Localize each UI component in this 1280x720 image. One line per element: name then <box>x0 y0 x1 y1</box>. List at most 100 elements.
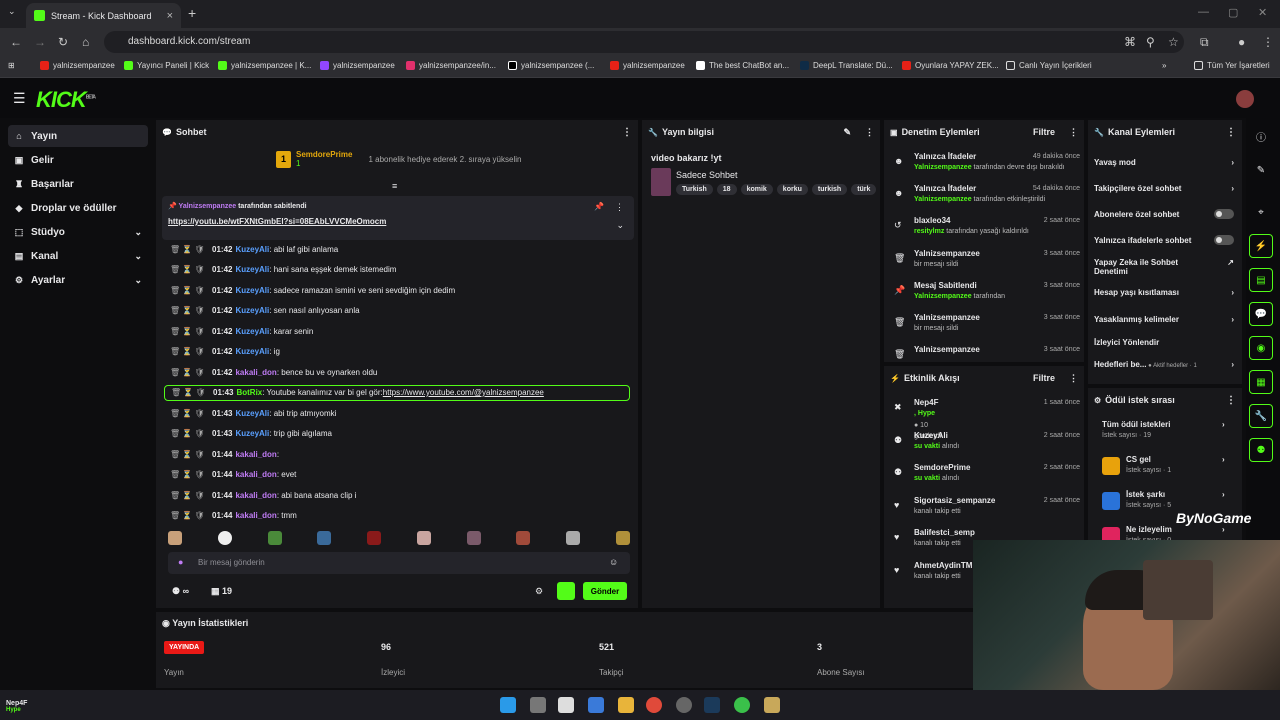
message-user[interactable]: KuzeyAli <box>235 306 269 315</box>
tab-list-button[interactable]: ⌄ <box>8 6 16 17</box>
app-icon[interactable] <box>558 697 574 713</box>
event-name[interactable]: KuzeyAli <box>914 431 948 440</box>
back-icon[interactable]: ← <box>10 35 22 49</box>
message-user[interactable]: KuzeyAli <box>235 245 269 254</box>
channel-action-item[interactable]: Yasaklanmış kelimeler › <box>1094 315 1234 324</box>
message-user[interactable]: KuzeyAli <box>235 429 269 438</box>
message-user[interactable]: kakali_don <box>235 368 276 377</box>
message-user[interactable]: KuzeyAli <box>235 286 269 295</box>
channel-action-item[interactable]: Takipçilere özel sohbet › <box>1094 184 1234 193</box>
more-options-icon[interactable]: ⋮ <box>1226 395 1236 406</box>
event-user[interactable]: , Hype <box>914 410 935 417</box>
menu-icon[interactable]: ⋮ <box>1262 35 1274 49</box>
mod-tools-icon[interactable]: 🗑 ⏳ 🛡 <box>171 388 213 397</box>
edit-icon[interactable]: ✎ <box>843 127 851 138</box>
bookmark[interactable]: yalnizsempanzee | K... <box>218 61 311 70</box>
hamburger-menu-icon[interactable]: ☰ <box>13 90 26 107</box>
chevron-down-icon[interactable]: ⌄ <box>616 220 624 231</box>
mod-tools-icon[interactable]: 🗑 ⏳ 🛡 <box>170 470 212 479</box>
emote-icon[interactable] <box>267 531 282 545</box>
broadcast-panel-icon[interactable]: ◉ <box>1249 336 1273 360</box>
channel-action-item[interactable]: Yapay Zeka ile Sohbet Denetimi ↗ <box>1094 258 1234 276</box>
translate-icon[interactable]: ⌘ <box>1124 35 1136 49</box>
kick-bot-button[interactable] <box>557 582 575 600</box>
more-options-icon[interactable]: ⋮ <box>1069 127 1078 138</box>
bookmark[interactable]: Oyunlara YAPAY ZEK... <box>902 61 999 70</box>
emote-icon[interactable] <box>416 531 431 545</box>
task-view-icon[interactable] <box>530 697 546 713</box>
emote-icon[interactable] <box>217 531 232 545</box>
stream-tag[interactable]: 18 <box>716 184 737 195</box>
channel-action-item[interactable]: Hesap yaşı kısıtlaması › <box>1094 288 1234 297</box>
bolt-panel-icon[interactable]: ⚡ <box>1249 234 1273 258</box>
message-user[interactable]: kakali_don <box>235 450 276 459</box>
bookmark[interactable]: yalnizsempanzee <box>40 61 115 70</box>
message-user[interactable]: KuzeyAli <box>235 327 269 336</box>
edit-icon[interactable]: ✎ <box>1249 158 1273 182</box>
event-user[interactable]: Yalnizsempanzee <box>914 196 972 203</box>
message-user[interactable]: kakali_don <box>235 470 276 479</box>
message-link[interactable]: https://www.youtube.com/@yalnizsempanzee <box>383 388 544 397</box>
wrench-panel-icon[interactable]: 🔧 <box>1249 404 1273 428</box>
event-user[interactable]: resitylmz <box>914 228 944 235</box>
sidebar-item-gelir[interactable]: ▣ Gelir <box>8 149 148 171</box>
emote-icon[interactable] <box>516 531 531 545</box>
emote-icon[interactable] <box>168 531 182 545</box>
steam-icon[interactable] <box>704 697 720 713</box>
stream-tag[interactable]: korku <box>776 184 808 195</box>
emote-icon[interactable] <box>367 531 382 545</box>
event-name[interactable]: Sigortasiz_sempanze <box>914 496 995 505</box>
event-name[interactable]: Yalnizsempanzee <box>914 345 980 354</box>
mod-tools-icon[interactable]: 🗑 ⏳ 🛡 <box>170 327 212 336</box>
close-window-icon[interactable]: ✕ <box>1258 6 1267 19</box>
event-name[interactable]: Yalnizsempanzee <box>914 313 980 322</box>
new-tab-button[interactable]: + <box>188 5 196 21</box>
sidebar-item-basarilar[interactable]: ♜ Başarılar <box>8 173 148 195</box>
bookmark[interactable]: yalnizsempanzee <box>320 61 395 70</box>
event-name[interactable]: blaxleo34 <box>914 216 950 225</box>
more-options-icon[interactable]: ⋮ <box>1226 127 1236 138</box>
more-options-icon[interactable]: ⋮ <box>1069 373 1078 384</box>
extensions-icon[interactable]: ⧉ <box>1200 35 1209 50</box>
mod-tools-icon[interactable]: 🗑 ⏳ 🛡 <box>170 265 212 274</box>
mod-tools-icon[interactable]: 🗑 ⏳ 🛡 <box>170 450 212 459</box>
mod-tools-icon[interactable]: 🗑 ⏳ 🛡 <box>170 347 212 356</box>
emote-icon[interactable] <box>317 531 332 545</box>
toggle-switch[interactable] <box>1214 209 1234 219</box>
bookmark[interactable]: DeepL Translate: Dü... <box>800 61 893 70</box>
event-name[interactable]: Yalnizsempanzee <box>914 249 980 258</box>
chat-settings-icon[interactable]: ⚙ <box>535 586 543 597</box>
emote-icon[interactable] <box>466 531 481 545</box>
doc-panel-icon[interactable]: ▤ <box>1249 268 1273 292</box>
all-bookmarks[interactable]: Tüm Yer İşaretleri <box>1194 61 1270 70</box>
users-panel-icon[interactable]: ⚉ <box>1249 438 1273 462</box>
info-icon[interactable]: ⓘ <box>1249 124 1273 148</box>
sidebar-item-studyo[interactable]: ⬚ Stüdyo ⌄ <box>8 221 148 243</box>
message-user[interactable]: KuzeyAli <box>235 347 269 356</box>
event-name[interactable]: AhmetAydinTM <box>914 561 972 570</box>
chrome-icon[interactable] <box>646 697 662 713</box>
toggle-switch[interactable] <box>1214 235 1234 245</box>
message-user[interactable]: kakali_don <box>235 511 276 520</box>
emote-icon[interactable] <box>566 531 581 545</box>
sidebar-item-kanal[interactable]: ▤ Kanal ⌄ <box>8 245 148 267</box>
message-user[interactable]: KuzeyAli <box>235 265 269 274</box>
url-field[interactable]: dashboard.kick.com/stream <box>104 31 1184 53</box>
app-icon[interactable] <box>588 697 604 713</box>
file-explorer-icon[interactable] <box>618 697 634 713</box>
app-icon[interactable] <box>676 697 692 713</box>
mod-tools-icon[interactable]: 🗑 ⏳ 🛡 <box>170 491 212 500</box>
send-button[interactable]: Gönder <box>583 582 627 600</box>
more-options-icon[interactable]: ⋮ <box>622 127 632 138</box>
focus-icon[interactable]: ⌖ <box>1249 200 1273 224</box>
sidebar-item-yayin[interactable]: ⌂ Yayın <box>8 125 148 147</box>
stream-tag[interactable]: türk <box>851 184 877 195</box>
stream-tag[interactable]: turkish <box>811 184 848 195</box>
maximize-icon[interactable]: ▢ <box>1228 6 1238 19</box>
filter-button[interactable]: Filtre <box>1033 127 1055 137</box>
app-icon[interactable] <box>764 697 780 713</box>
event-name[interactable]: Balifestci_semp <box>914 528 975 537</box>
channel-action-item[interactable]: Yalnızca ifadelerle sohbet <box>1094 235 1234 245</box>
event-user[interactable]: su vakti <box>914 443 940 450</box>
stream-tag[interactable]: Turkish <box>676 184 713 195</box>
